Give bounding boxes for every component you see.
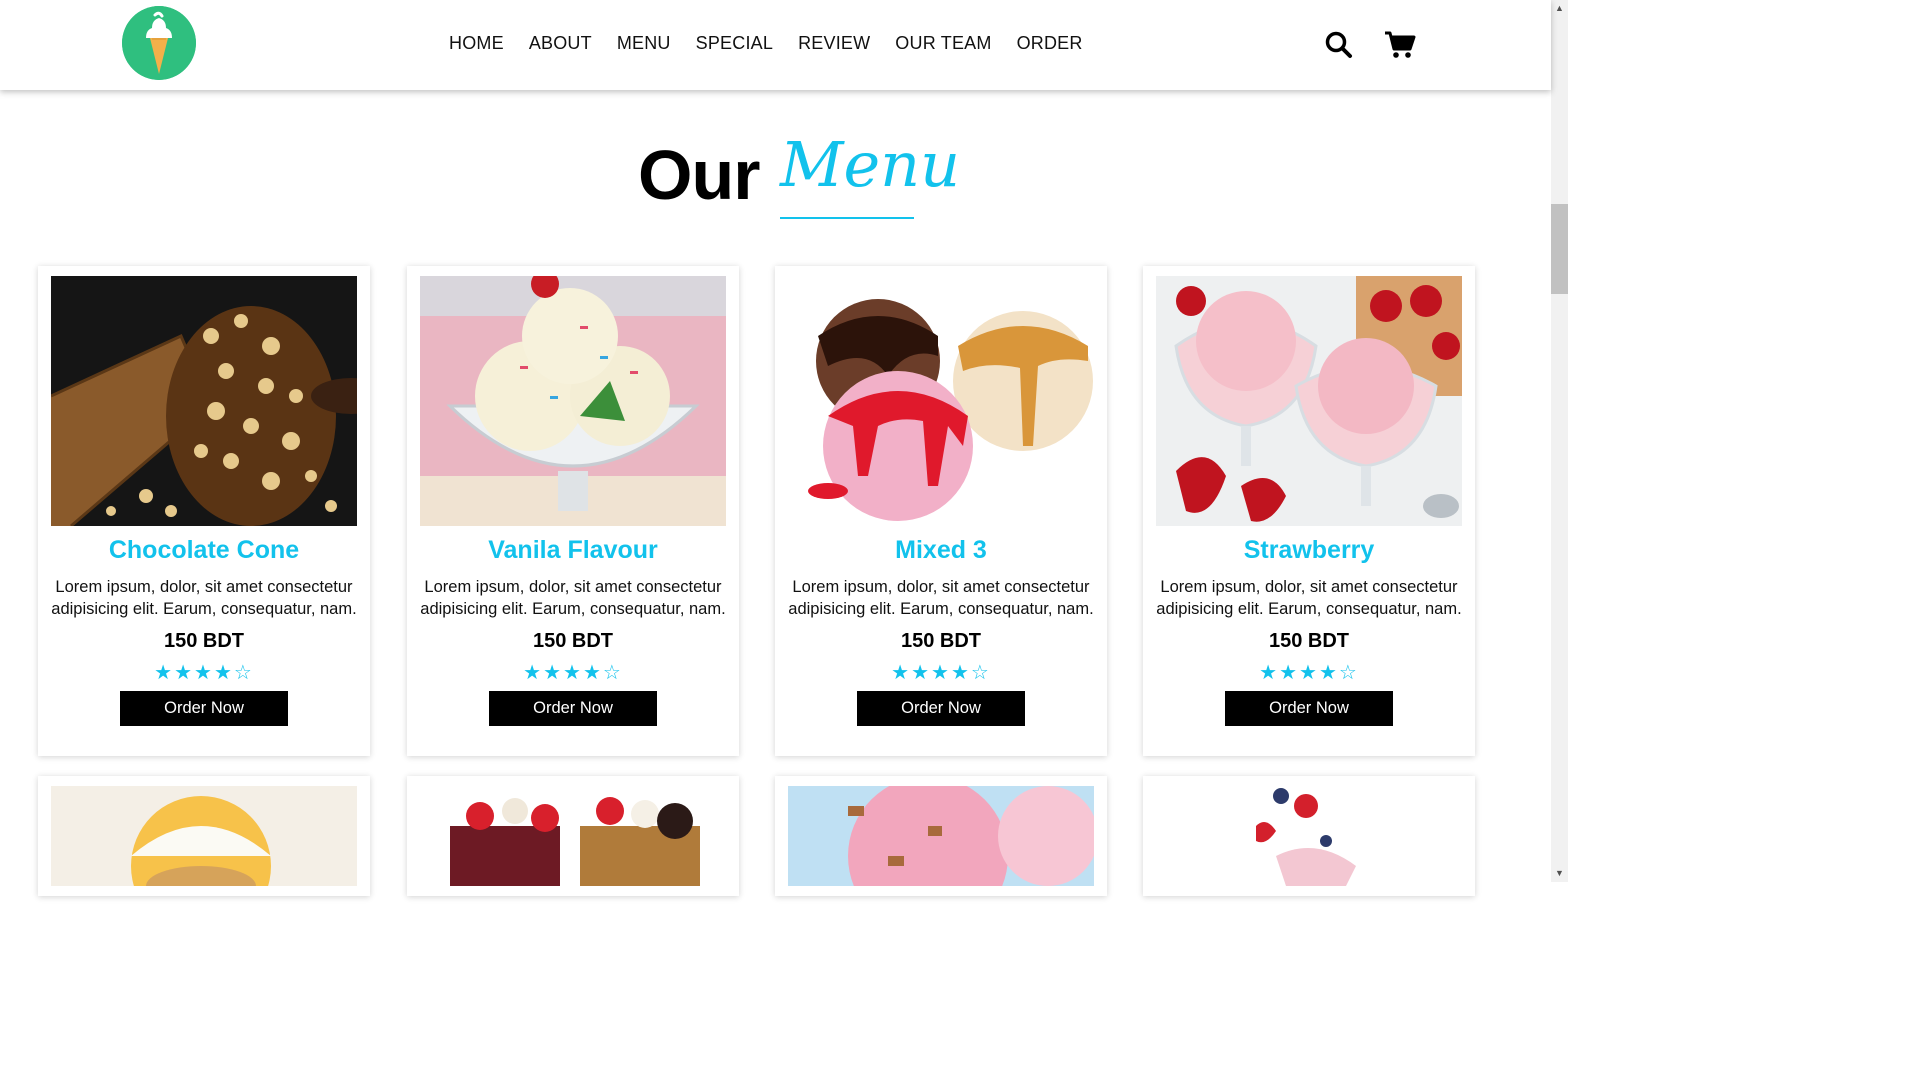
menu-item-image — [51, 786, 357, 886]
ice-cream-logo-icon[interactable] — [122, 6, 196, 80]
cart-icon[interactable] — [1384, 30, 1416, 65]
main-nav: HOME ABOUT MENU SPECIAL REVIEW OUR TEAM … — [449, 33, 1108, 54]
star-half-icon: ☆ — [1338, 662, 1359, 684]
scroll-down-arrow-icon[interactable]: ▼ — [1551, 865, 1568, 882]
strawberry-image — [1156, 276, 1462, 526]
site-header: HOME ABOUT MENU SPECIAL REVIEW OUR TEAM … — [0, 0, 1551, 90]
nav-review-link[interactable]: REVIEW — [798, 33, 870, 54]
chocolate-cone-image — [51, 276, 357, 526]
card-description: Lorem ipsum, dolor, sit amet consectetur… — [51, 578, 357, 618]
card-description: Lorem ipsum, dolor, sit amet consectetur… — [788, 578, 1094, 618]
vanila-flavour-image — [420, 276, 726, 526]
star-rating: ★★★★☆ — [154, 662, 254, 684]
menu-card-vanila-flavour: Vanila Flavour Lorem ipsum, dolor, sit a… — [407, 266, 739, 756]
order-now-button[interactable]: Order Now — [489, 691, 657, 726]
card-price: 150 BDT — [900, 630, 982, 652]
star-half-icon: ☆ — [233, 662, 254, 684]
star-half-icon: ☆ — [602, 662, 623, 684]
menu-card-partial — [775, 776, 1107, 896]
nav-menu-link[interactable]: MENU — [617, 33, 671, 54]
card-description: Lorem ipsum, dolor, sit amet consectetur… — [1156, 578, 1462, 618]
card-title: Vanila Flavour — [488, 536, 658, 564]
card-title: Chocolate Cone — [108, 536, 300, 564]
nav-order-link[interactable]: ORDER — [1017, 33, 1083, 54]
menu-card-partial — [1143, 776, 1475, 896]
menu-item-image — [1156, 786, 1462, 886]
search-icon[interactable] — [1324, 30, 1354, 65]
menu-item-image — [420, 786, 726, 886]
card-title: Mixed 3 — [895, 536, 987, 564]
card-title: Strawberry — [1243, 536, 1375, 564]
star-rating: ★★★★☆ — [1259, 662, 1359, 684]
menu-card-mixed-3: Mixed 3 Lorem ipsum, dolor, sit amet con… — [775, 266, 1107, 756]
card-description: Lorem ipsum, dolor, sit amet consectetur… — [420, 578, 726, 618]
star-rating: ★★★★☆ — [523, 662, 623, 684]
mixed-3-image — [788, 276, 1094, 526]
card-price: 150 BDT — [163, 630, 245, 652]
nav-our-team-link[interactable]: OUR TEAM — [895, 33, 991, 54]
card-price: 150 BDT — [532, 630, 614, 652]
order-now-button[interactable]: Order Now — [120, 691, 288, 726]
section-title-our: Our — [638, 136, 760, 214]
page-scrollbar[interactable] — [1551, 0, 1568, 882]
nav-special-link[interactable]: SPECIAL — [696, 33, 773, 54]
order-now-button[interactable]: Order Now — [1225, 691, 1393, 726]
nav-about-link[interactable]: ABOUT — [529, 33, 592, 54]
section-title-menu: Menu — [780, 128, 961, 201]
menu-card-partial — [38, 776, 370, 896]
order-now-button[interactable]: Order Now — [857, 691, 1025, 726]
menu-card-chocolate-cone: Chocolate Cone Lorem ipsum, dolor, sit a… — [38, 266, 370, 756]
menu-card-partial — [407, 776, 739, 896]
card-price: 150 BDT — [1268, 630, 1350, 652]
scrollbar-thumb[interactable] — [1551, 204, 1568, 294]
menu-item-image — [788, 786, 1094, 886]
star-half-icon: ☆ — [970, 662, 991, 684]
star-rating: ★★★★☆ — [891, 662, 991, 684]
menu-card-strawberry: Strawberry Lorem ipsum, dolor, sit amet … — [1143, 266, 1475, 756]
title-underline — [780, 217, 914, 219]
nav-home-link[interactable]: HOME — [449, 33, 504, 54]
scroll-up-arrow-icon[interactable]: ▲ — [1551, 0, 1568, 17]
